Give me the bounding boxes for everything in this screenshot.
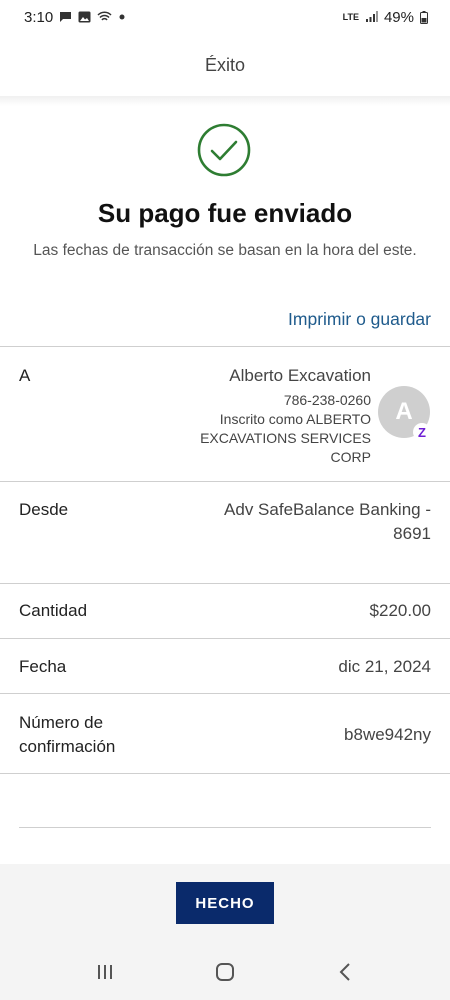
zelle-icon: Z <box>413 423 431 441</box>
back-button[interactable] <box>325 952 365 992</box>
status-right: LTE 49% <box>343 9 428 26</box>
recipient-info: Alberto Excavation 786-238-0260 Inscrito… <box>191 364 371 467</box>
zelle-letter: Z <box>418 424 426 440</box>
divider <box>0 638 450 639</box>
recent-apps-button[interactable] <box>85 952 125 992</box>
avatar-initial: A <box>395 398 413 425</box>
message-icon <box>60 12 72 22</box>
divider <box>0 346 450 347</box>
recipient-name: Alberto Excavation <box>229 366 371 385</box>
divider <box>0 481 450 482</box>
home-button[interactable] <box>205 952 245 992</box>
print-or-save-link[interactable]: Imprimir o guardar <box>288 309 431 330</box>
back-icon <box>339 963 350 981</box>
divider <box>0 773 450 774</box>
status-left: 3:10 <box>24 9 126 26</box>
divider <box>0 583 450 584</box>
date-value: dic 21, 2024 <box>338 657 431 676</box>
battery-percent: 49% <box>383 8 414 26</box>
header-title: Éxito <box>0 34 450 96</box>
divider <box>0 693 450 694</box>
home-icon <box>216 963 234 981</box>
from-label: Desde <box>19 500 69 519</box>
battery-icon <box>420 10 428 24</box>
timezone-note: Las fechas de transacción se basan en la… <box>33 242 417 259</box>
wifi-calling-icon <box>97 11 112 21</box>
check-circle-icon <box>197 123 251 177</box>
from-value: Adv SafeBalance Banking - 8691 <box>224 500 431 543</box>
network-type: LTE <box>342 12 359 22</box>
header-divider <box>0 96 450 106</box>
system-navigation-bar <box>0 944 450 1000</box>
page-title: Su pago fue enviado <box>97 198 353 228</box>
recipient-phone: 786-238-0260 <box>283 392 371 408</box>
date-label: Fecha <box>19 657 67 676</box>
amount-label: Cantidad <box>19 601 88 620</box>
image-icon <box>78 11 91 23</box>
clock: 3:10 <box>24 8 54 26</box>
amount-value: $220.00 <box>369 601 431 620</box>
recipient-enrolled-name: Inscrito como ALBERTO EXCAVATIONS SERVIC… <box>200 411 371 465</box>
recent-apps-icon <box>98 965 112 979</box>
done-button[interactable]: HECHO <box>176 882 274 924</box>
confirmation-number-value: b8we942ny <box>344 725 431 744</box>
dot-icon <box>119 14 125 20</box>
status-bar: 3:10 LTE 49% <box>0 0 450 34</box>
signal-icon <box>365 11 378 22</box>
confirmation-number-label: Número de confirmación <box>19 713 116 756</box>
recipient-label: A <box>19 366 31 385</box>
divider <box>19 827 431 828</box>
